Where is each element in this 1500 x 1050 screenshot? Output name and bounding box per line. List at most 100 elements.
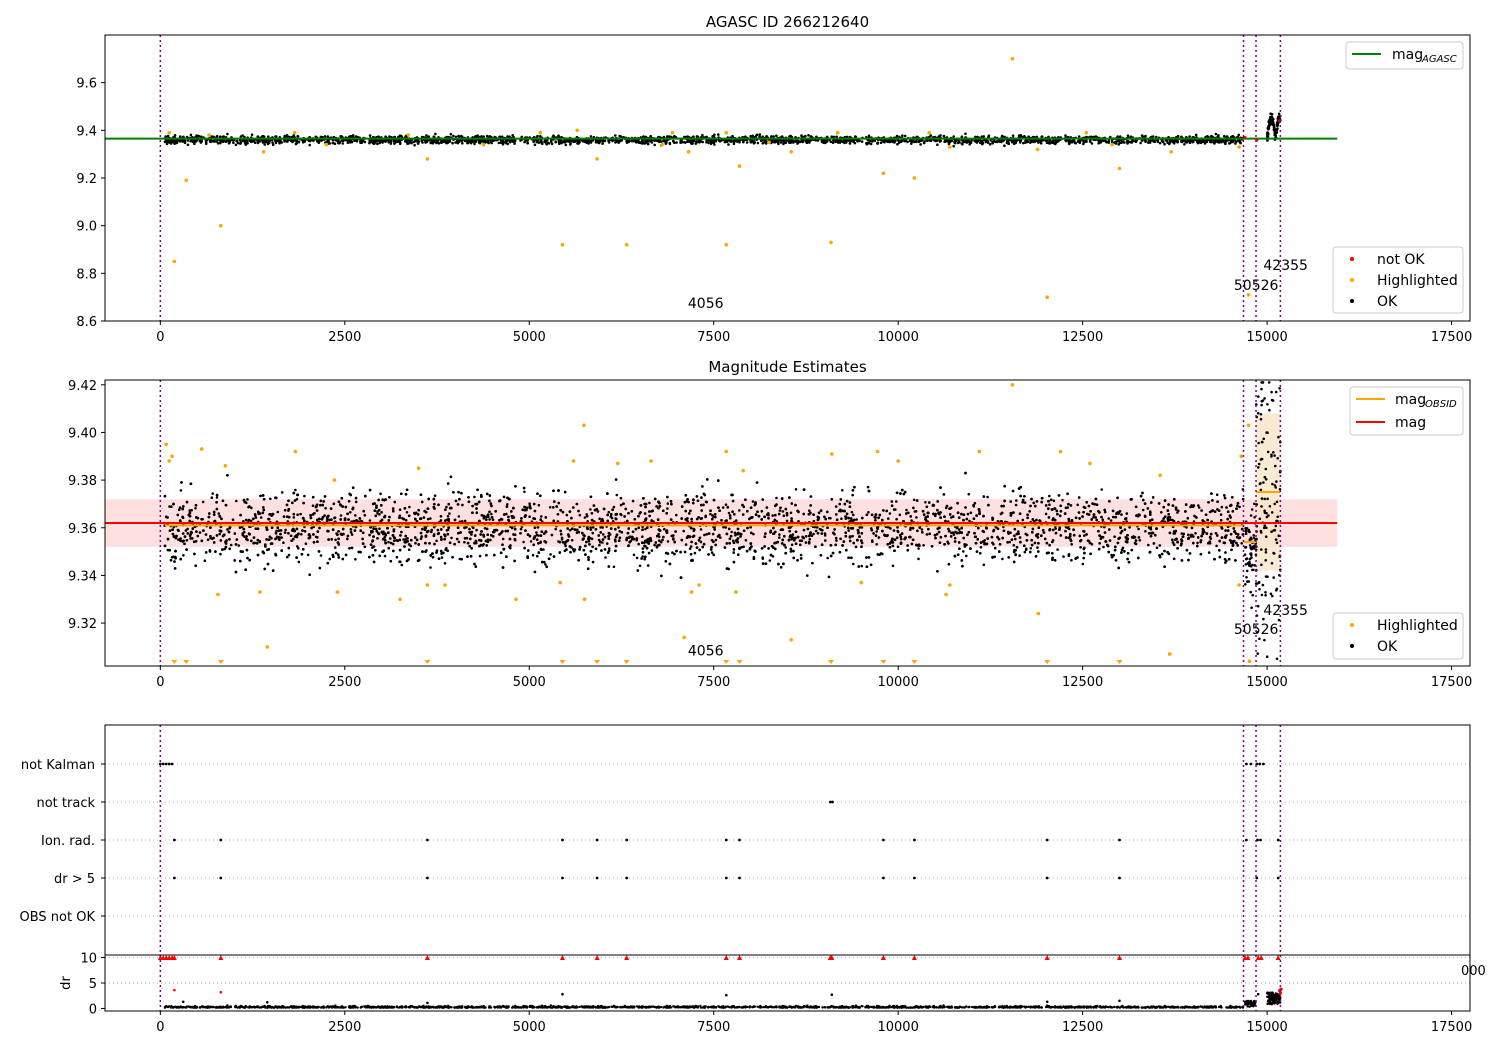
ok-point (719, 536, 722, 539)
ok-point (326, 135, 330, 138)
highlighted-point (172, 259, 177, 264)
x-tick-label: 7500 (697, 330, 730, 345)
ok-point (532, 139, 536, 143)
ok-point (1224, 142, 1227, 146)
ok-point (1148, 141, 1152, 144)
highlighted-point (406, 133, 411, 137)
ok-point (1138, 539, 1142, 542)
ok-point (1117, 143, 1120, 146)
ok-point (380, 511, 383, 514)
ok-point (615, 493, 619, 497)
ok-point (1276, 121, 1279, 125)
ok-point (688, 139, 691, 143)
ok-point (473, 140, 476, 143)
ok-point (601, 533, 605, 536)
ok-point (336, 139, 339, 142)
ok-point (297, 560, 301, 564)
ok-point (875, 543, 878, 546)
ok-point (1197, 506, 1201, 509)
ok-point (426, 517, 430, 521)
ok-point (200, 140, 204, 143)
ok-point (591, 560, 595, 564)
ok-point (745, 141, 749, 144)
ok-point (775, 496, 778, 500)
ok-point (906, 140, 909, 144)
ok-point (1158, 544, 1162, 547)
legend-label-subscript: AGASC (1421, 54, 1457, 65)
ok-point (526, 141, 529, 145)
highlighted-point (1237, 145, 1241, 149)
x-tick-label: 5000 (513, 330, 546, 345)
ok-point (1051, 140, 1055, 143)
ok-point (631, 139, 634, 143)
ok-point (308, 143, 312, 147)
ok-point (486, 139, 490, 143)
ok-point (199, 135, 203, 138)
ok-point (548, 506, 552, 509)
ok-point (328, 142, 332, 145)
ok-point (912, 498, 916, 502)
highlighted-point (595, 157, 599, 161)
ok-point (448, 140, 452, 143)
ok-point (395, 555, 399, 559)
ok-point (834, 505, 838, 508)
ok-point (1023, 501, 1027, 504)
ok-point (519, 527, 523, 531)
ok-point (768, 559, 772, 562)
ok-point (619, 135, 623, 138)
ok-point (607, 510, 611, 514)
ok-point (738, 509, 741, 512)
ok-point (229, 543, 233, 547)
ok-point (1209, 139, 1213, 142)
ok-point (886, 139, 889, 142)
ok-point (295, 139, 299, 143)
ok-point (1036, 139, 1040, 142)
ok-point (855, 518, 858, 521)
ok-point (867, 511, 870, 514)
ok-point (850, 510, 854, 514)
highlighted-point (624, 242, 629, 247)
ok-point (899, 537, 903, 541)
ok-point (445, 140, 448, 144)
ok-point (782, 514, 786, 517)
ok-point (1062, 555, 1065, 558)
ok-point (589, 508, 592, 511)
ok-point (163, 140, 167, 144)
ok-point (209, 139, 212, 143)
legend-label: not OK (1377, 252, 1425, 268)
highlighted-point (724, 242, 729, 247)
ok-point (188, 519, 191, 523)
ok-point (938, 140, 942, 143)
ok-point (903, 134, 907, 138)
legend-label: mag (1392, 47, 1423, 63)
ok-point (653, 543, 656, 547)
ok-point (284, 528, 287, 532)
ok-point (451, 141, 454, 145)
highlighted-point (292, 130, 297, 135)
ok-point (922, 544, 925, 547)
highlighted-point (1045, 295, 1049, 300)
ok-point (684, 543, 688, 546)
ok-point (807, 134, 810, 137)
ok-point (1023, 550, 1027, 554)
ok-point (725, 140, 729, 143)
ok-point (217, 512, 221, 515)
ok-point (413, 143, 416, 147)
ok-point (852, 513, 855, 517)
ok-point (1018, 554, 1021, 557)
ok-point (545, 142, 548, 146)
ok-point (653, 143, 656, 147)
ok-point (234, 143, 238, 147)
ok-point (612, 565, 616, 569)
ok-point (323, 135, 327, 138)
ok-point (302, 141, 305, 144)
ok-point (852, 140, 855, 143)
ok-point (565, 513, 569, 517)
ok-point (791, 533, 795, 536)
ok-point (1155, 546, 1159, 550)
ok-point (947, 142, 951, 146)
ok-point (434, 132, 437, 136)
ok-point (734, 533, 737, 537)
ok-point (1137, 527, 1140, 531)
ok-point (1126, 134, 1130, 137)
